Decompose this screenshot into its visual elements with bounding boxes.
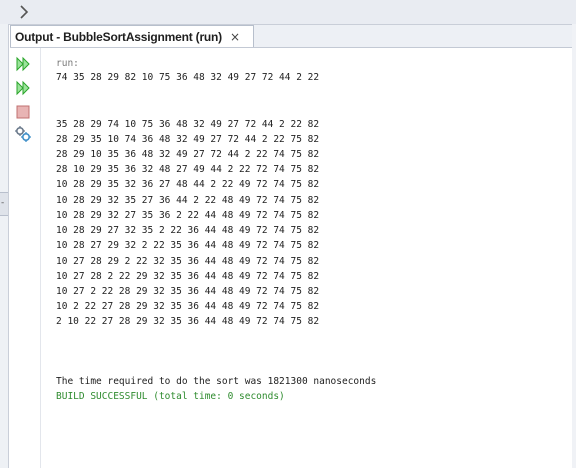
- output-toolbar: [10, 48, 41, 468]
- run-line: run:: [56, 58, 79, 69]
- left-rail: -: [0, 24, 9, 468]
- tab-label: Output - BubbleSortAssignment (run): [15, 29, 222, 44]
- pass-line: 10 27 28 2 22 29 32 35 36 44 48 49 72 74…: [56, 271, 320, 282]
- build-status-line: BUILD SUCCESSFUL (total time: 0 seconds): [56, 391, 285, 402]
- pass-line: 28 10 29 35 36 32 48 27 49 44 2 22 72 74…: [56, 164, 320, 175]
- settings-icon[interactable]: [13, 124, 33, 144]
- pass-line: 2 10 22 27 28 29 32 35 36 44 48 49 72 74…: [56, 316, 320, 327]
- collapse-handle[interactable]: -: [0, 192, 8, 216]
- console-output[interactable]: run: 74 35 28 29 82 10 75 36 48 32 49 27…: [56, 56, 571, 456]
- pass-line: 28 29 10 35 36 48 32 49 27 72 44 2 22 74…: [56, 149, 320, 160]
- dash-icon: -: [1, 198, 5, 208]
- tab-output[interactable]: Output - BubbleSortAssignment (run) ×: [10, 25, 254, 47]
- top-strip: [0, 0, 576, 25]
- unsorted-line: 74 35 28 29 82 10 75 36 48 32 49 27 72 4…: [56, 72, 320, 83]
- pass-line: 10 2 22 27 28 29 32 35 36 44 48 49 72 74…: [56, 301, 320, 312]
- rerun-icon[interactable]: [13, 54, 33, 74]
- pass-line: 10 28 29 27 32 35 2 22 36 44 48 49 72 74…: [56, 225, 320, 236]
- pass-line: 10 28 29 32 35 27 36 44 2 22 48 49 72 74…: [56, 195, 320, 206]
- pass-line: 10 27 2 22 28 29 32 35 36 44 48 49 72 74…: [56, 286, 320, 297]
- stop-icon[interactable]: [13, 102, 33, 122]
- pass-line: 10 28 27 29 32 2 22 35 36 44 48 49 72 74…: [56, 240, 320, 251]
- tab-bar: Output - BubbleSortAssignment (run) ×: [10, 25, 576, 48]
- close-icon[interactable]: ×: [230, 30, 240, 44]
- scrollbar-track[interactable]: [572, 24, 576, 468]
- rerun-with-options-icon[interactable]: [13, 78, 33, 98]
- pass-line: 35 28 29 74 10 75 36 48 32 49 27 72 44 2…: [56, 119, 320, 130]
- pass-line: 10 28 29 35 32 36 27 48 44 2 22 49 72 74…: [56, 179, 320, 190]
- pass-line: 28 29 35 10 74 36 48 32 49 27 72 44 2 22…: [56, 134, 320, 145]
- chevron-right-icon[interactable]: [14, 2, 34, 22]
- pass-line: 10 27 28 29 2 22 32 35 36 44 48 49 72 74…: [56, 256, 320, 267]
- pass-line: 10 28 29 32 27 35 36 2 22 44 48 49 72 74…: [56, 210, 320, 221]
- time-line: The time required to do the sort was 182…: [56, 376, 377, 387]
